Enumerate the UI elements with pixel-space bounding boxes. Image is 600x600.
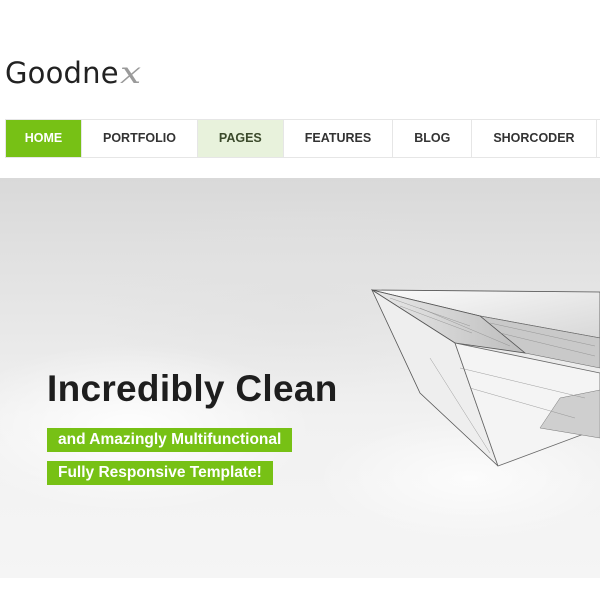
nav-item-portfolio[interactable]: PORTFOLIO: [82, 120, 198, 157]
nav-item-home[interactable]: HOME: [6, 120, 82, 157]
main-navigation: HOME PORTFOLIO PAGES FEATURES BLOG SHORC…: [5, 119, 600, 158]
site-logo[interactable]: Goodne x: [5, 56, 141, 96]
hero-slider: Incredibly Clean and Amazingly Multifunc…: [0, 178, 600, 578]
nav-item-shorcoder[interactable]: SHORCODER: [472, 120, 597, 157]
nav-item-features[interactable]: FEATURES: [284, 120, 394, 157]
hero-heading: Incredibly Clean: [47, 368, 338, 409]
nav-item-contact-partial[interactable]: C: [597, 120, 600, 157]
nav-item-blog[interactable]: BLOG: [393, 120, 473, 157]
logo-text: Goodne: [5, 56, 119, 90]
page: Goodne x HOME PORTFOLIO PAGES FEATURES B…: [0, 0, 600, 600]
hero-tagline-secondary: Fully Responsive Template!: [47, 461, 273, 485]
logo-stylized-letter: x: [119, 56, 141, 91]
nav-item-pages[interactable]: PAGES: [197, 120, 284, 157]
hero-tagline-primary: and Amazingly Multifunctional: [47, 428, 293, 452]
paper-plane-illustration: [371, 288, 600, 467]
